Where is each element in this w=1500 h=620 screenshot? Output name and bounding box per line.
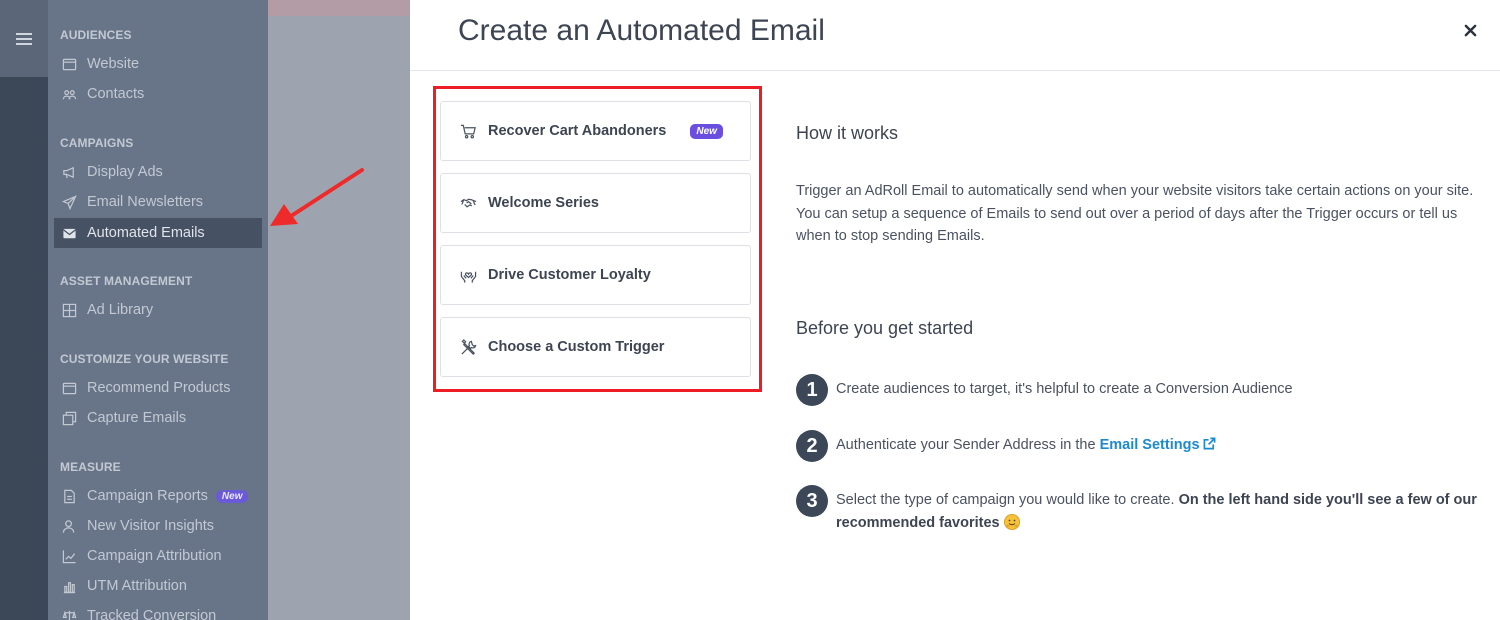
- sidebar-item-campaign-reports[interactable]: Campaign Reports New: [54, 481, 262, 511]
- sidebar-item-label: Capture Emails: [87, 410, 187, 426]
- sidebar-item-ad-library[interactable]: Ad Library: [54, 295, 262, 325]
- sidebar: AUDIENCES Website Contacts CAMPAIGNS Dis…: [48, 0, 268, 620]
- annotation-arrow-icon: [270, 168, 364, 226]
- modal-title: Create an Automated Email: [458, 14, 825, 47]
- tools-icon: [459, 338, 477, 356]
- sidebar-item-campaign-attribution[interactable]: Campaign Attribution: [54, 541, 262, 571]
- sidebar-item-capture-emails[interactable]: Capture Emails: [54, 403, 262, 433]
- trigger-welcome-series[interactable]: Welcome Series: [440, 173, 751, 233]
- section-title-audiences: AUDIENCES: [60, 28, 132, 42]
- sidebar-item-label: Ad Library: [87, 302, 154, 318]
- sidebar-item-label: Automated Emails: [87, 225, 205, 241]
- sidebar-item-label: Email Newsletters: [87, 194, 204, 210]
- modal-header: Create an Automated Email: [410, 0, 1500, 71]
- sidebar-item-recommend-products[interactable]: Recommend Products: [54, 373, 262, 403]
- how-it-works-body: Trigger an AdRoll Email to automatically…: [796, 183, 1474, 244]
- trigger-label: Recover Cart Abandoners: [488, 123, 667, 139]
- menu-button[interactable]: [0, 0, 48, 77]
- step-text-content: Create audiences to target, it's helpful…: [836, 381, 1293, 397]
- sidebar-item-label: Website: [87, 56, 140, 72]
- envelope-icon: [61, 225, 77, 241]
- step-3: 3 Select the type of campaign you would …: [796, 485, 1481, 534]
- how-it-works-heading: How it works: [796, 123, 899, 143]
- sidebar-item-automated-emails[interactable]: Automated Emails: [54, 218, 262, 248]
- paper-plane-icon: [61, 194, 77, 210]
- sidebar-item-utm-attribution[interactable]: UTM Attribution: [54, 571, 262, 601]
- report-icon: [61, 488, 77, 504]
- sidebar-item-display-ads[interactable]: Display Ads: [54, 157, 262, 187]
- section-title-campaigns: CAMPAIGNS: [60, 136, 134, 150]
- hamburger-icon: [16, 32, 32, 45]
- sidebar-item-label: Recommend Products: [87, 380, 231, 396]
- close-button[interactable]: [1460, 20, 1480, 40]
- sidebar-item-label: New Visitor Insights: [87, 518, 215, 534]
- step-text: Create audiences to target, it's helpful…: [836, 374, 1293, 401]
- step-number: 3: [796, 485, 828, 517]
- sidebar-item-email-newsletters[interactable]: Email Newsletters: [54, 187, 262, 217]
- user-icon: [61, 518, 77, 534]
- sidebar-item-label: Tracked Conversion: [87, 608, 217, 620]
- hugging-face-emoji-icon: [1003, 513, 1020, 530]
- scale-icon: [61, 608, 77, 620]
- trigger-custom[interactable]: Choose a Custom Trigger: [440, 317, 751, 377]
- create-automated-email-modal: Create an Automated Email Recover Cart A…: [410, 0, 1500, 620]
- step-text: Select the type of campaign you would li…: [836, 485, 1481, 534]
- browser-icon: [61, 56, 77, 72]
- page-header-strip: [268, 0, 410, 16]
- section-title-asset-management: ASSET MANAGEMENT: [60, 274, 193, 288]
- trigger-drive-customer-loyalty[interactable]: Drive Customer Loyalty: [440, 245, 751, 305]
- left-rail: [0, 0, 48, 620]
- sidebar-item-label: Campaign Attribution: [87, 548, 222, 564]
- trigger-recover-cart-abandoners[interactable]: Recover Cart Abandoners New: [440, 101, 751, 161]
- handshake-icon: [459, 194, 477, 212]
- close-icon: [1464, 24, 1476, 36]
- megaphone-icon: [61, 164, 77, 180]
- bar-chart-icon: [61, 578, 77, 594]
- sidebar-item-contacts[interactable]: Contacts: [54, 79, 262, 109]
- before-you-start-heading: Before you get started: [796, 318, 974, 338]
- hands-heart-icon: [459, 266, 477, 284]
- step-1: 1 Create audiences to target, it's helpf…: [796, 374, 1481, 406]
- sidebar-item-new-visitor-insights[interactable]: New Visitor Insights: [54, 511, 262, 541]
- browser-icon: [61, 380, 77, 396]
- cart-icon: [459, 122, 477, 140]
- email-settings-link[interactable]: Email Settings: [1100, 437, 1200, 453]
- section-title-customize: CUSTOMIZE YOUR WEBSITE: [60, 352, 229, 366]
- popup-icon: [61, 410, 77, 426]
- sidebar-item-website[interactable]: Website: [54, 49, 262, 79]
- sidebar-item-label: Campaign Reports: [87, 488, 208, 504]
- trigger-label: Drive Customer Loyalty: [488, 267, 651, 283]
- modal-backdrop[interactable]: [268, 0, 410, 620]
- sidebar-item-label: Display Ads: [87, 164, 163, 180]
- people-icon: [61, 86, 77, 102]
- line-chart-icon: [61, 548, 77, 564]
- new-badge: New: [215, 489, 249, 503]
- sidebar-item-label: Contacts: [87, 86, 145, 102]
- step-2: 2 Authenticate your Sender Address in th…: [796, 430, 1481, 462]
- grid-icon: [61, 302, 77, 318]
- new-badge: New: [690, 123, 723, 139]
- step-text-content: Select the type of campaign you would li…: [836, 492, 1179, 508]
- external-link-icon[interactable]: [1203, 437, 1216, 450]
- trigger-label: Choose a Custom Trigger: [488, 339, 665, 355]
- trigger-label: Welcome Series: [488, 195, 599, 211]
- step-number: 1: [796, 374, 828, 406]
- step-text: Authenticate your Sender Address in the …: [836, 430, 1216, 457]
- step-text-content: Authenticate your Sender Address in the: [836, 437, 1100, 453]
- step-number: 2: [796, 430, 828, 462]
- section-title-measure: MEASURE: [60, 460, 121, 474]
- sidebar-item-tracked-conversion[interactable]: Tracked Conversion: [54, 601, 262, 620]
- sidebar-item-label: UTM Attribution: [87, 578, 187, 594]
